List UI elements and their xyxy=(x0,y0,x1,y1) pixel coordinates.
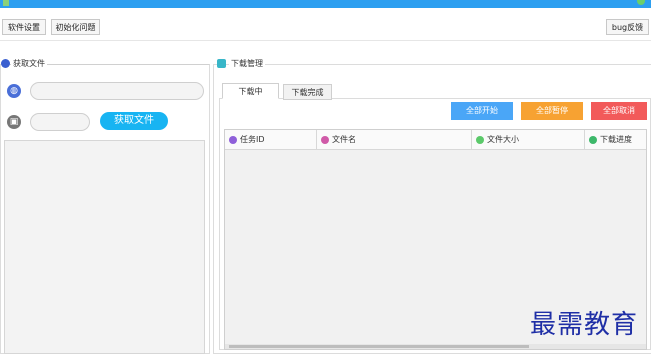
column-header-file-name[interactable]: 文件名 xyxy=(317,130,472,149)
globe-icon: ◍ xyxy=(7,84,21,98)
title-bar xyxy=(0,0,651,8)
column-header-progress[interactable]: 下载进度 xyxy=(585,130,646,149)
settings-button[interactable]: 软件设置 xyxy=(2,19,46,35)
window-control-button[interactable] xyxy=(637,0,645,5)
file-list-panel xyxy=(4,140,205,354)
pause-all-button[interactable]: 全部暂停 xyxy=(521,102,583,120)
watermark-text: 最需教育 xyxy=(530,310,639,340)
table-header: 任务ID 文件名 文件大小 下载进度 xyxy=(225,130,646,150)
fetch-file-button[interactable]: 获取文件 xyxy=(100,112,168,130)
tab-downloading[interactable]: 下载中 xyxy=(222,83,279,99)
column-header-task-id[interactable]: 任务ID xyxy=(225,130,317,149)
toolbar-divider xyxy=(0,40,651,41)
fetch-group-title: 获取文件 xyxy=(11,58,47,69)
progress-icon xyxy=(589,135,597,144)
task-id-icon xyxy=(229,135,237,144)
cancel-all-button[interactable]: 全部取消 xyxy=(591,102,647,120)
url-input[interactable] xyxy=(30,82,204,100)
column-header-file-size[interactable]: 文件大小 xyxy=(472,130,585,149)
horizontal-scrollbar[interactable] xyxy=(225,344,646,349)
download-manager-icon xyxy=(217,59,226,68)
lock-icon: ▣ xyxy=(7,115,21,129)
start-all-button[interactable]: 全部开始 xyxy=(451,102,513,120)
tab-completed[interactable]: 下载完成 xyxy=(283,84,332,100)
file-name-icon xyxy=(321,135,329,144)
bug-report-button[interactable]: bug反馈 xyxy=(606,19,649,35)
password-input[interactable] xyxy=(30,113,90,131)
app-icon xyxy=(3,0,9,6)
file-size-icon xyxy=(476,135,484,144)
search-icon xyxy=(1,59,10,68)
init-issues-button[interactable]: 初始化问题 xyxy=(51,19,100,35)
scrollbar-thumb[interactable] xyxy=(229,345,529,348)
download-group-title: 下载管理 xyxy=(229,58,265,69)
